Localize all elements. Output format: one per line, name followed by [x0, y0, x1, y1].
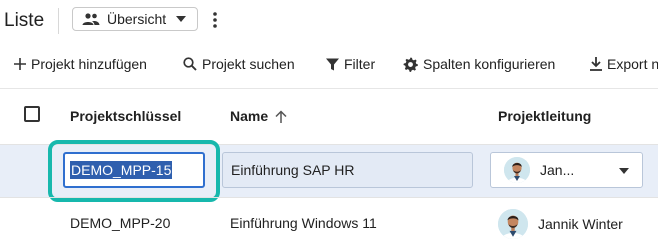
search-project-button[interactable]: Projekt suchen	[183, 54, 295, 74]
plus-icon	[14, 58, 26, 70]
search-icon	[183, 57, 197, 71]
column-header-project-key[interactable]: Projektschlüssel	[70, 108, 181, 124]
page-title: Liste	[4, 10, 45, 31]
column-header-name-label: Name	[230, 108, 269, 124]
chevron-down-icon	[176, 16, 187, 22]
header-divider	[58, 8, 59, 34]
row-divider	[0, 197, 658, 198]
project-lead-select[interactable]: Jan...	[490, 152, 643, 188]
project-name-input-value: Einführung SAP HR	[231, 162, 355, 178]
filter-icon	[326, 58, 339, 70]
export-label: Export n	[607, 56, 658, 72]
people-icon	[82, 13, 100, 25]
search-project-label: Projekt suchen	[202, 56, 295, 72]
configure-columns-label: Spalten konfigurieren	[423, 56, 556, 72]
column-header-project-lead[interactable]: Projektleitung	[498, 108, 591, 124]
add-project-button[interactable]: Projekt hinzufügen	[14, 54, 147, 74]
project-lead-cell: Jannik Winter	[498, 209, 623, 239]
table-top-border	[0, 88, 658, 89]
column-header-name[interactable]: Name	[230, 108, 287, 124]
project-lead-select-value: Jan...	[540, 162, 575, 178]
more-vert-icon[interactable]	[213, 12, 217, 28]
project-key-input[interactable]: DEMO_MPP-15	[63, 152, 205, 188]
gear-icon	[403, 56, 418, 72]
project-name-input[interactable]: Einführung SAP HR	[222, 152, 473, 188]
project-lead-name: Jannik Winter	[538, 216, 623, 232]
avatar	[504, 157, 530, 183]
project-name-cell: Einführung Windows 11	[230, 215, 377, 231]
configure-columns-button[interactable]: Spalten konfigurieren	[403, 54, 555, 74]
download-icon	[590, 57, 602, 71]
select-all-checkbox[interactable]	[24, 106, 40, 122]
view-selector-label: Übersicht	[107, 11, 167, 27]
view-selector-button[interactable]: Übersicht	[72, 7, 198, 31]
chevron-down-icon	[619, 168, 629, 174]
avatar	[498, 209, 528, 239]
filter-label: Filter	[344, 56, 376, 72]
arrow-up-icon	[275, 109, 287, 123]
export-button[interactable]: Export n	[590, 54, 658, 74]
project-key-input-value: DEMO_MPP-15	[70, 161, 173, 179]
project-key-cell: DEMO_MPP-20	[70, 215, 171, 231]
filter-button[interactable]: Filter	[326, 54, 375, 74]
add-project-label: Projekt hinzufügen	[31, 56, 147, 72]
